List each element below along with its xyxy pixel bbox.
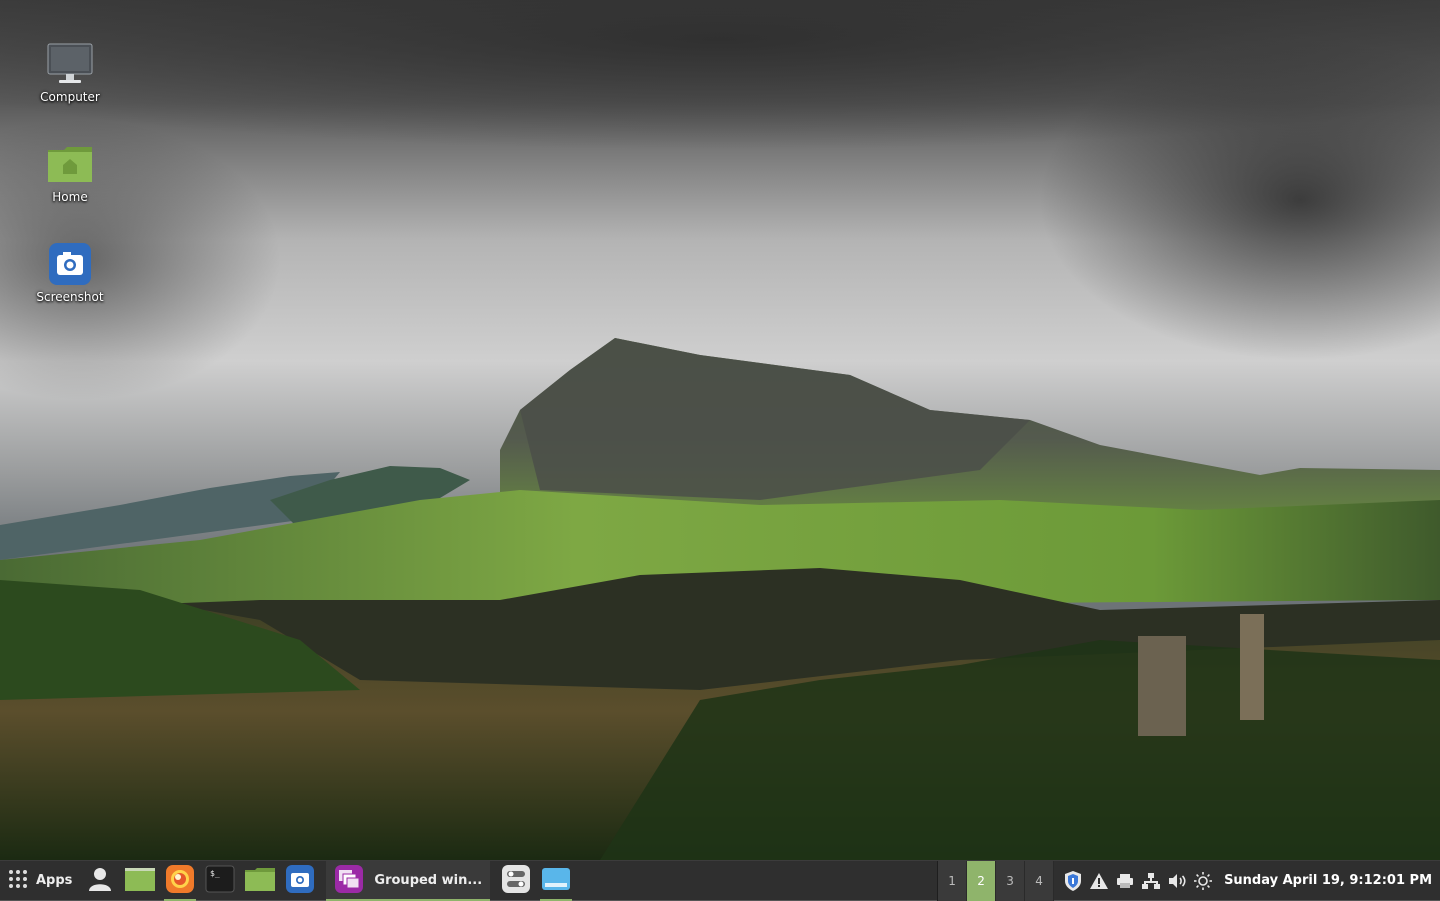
- volume-icon[interactable]: [1166, 870, 1188, 892]
- screenshot-icon: [285, 864, 315, 898]
- taskbar-panel: Apps $_ Grouped win... 1 2 3 4 Sunday Ap…: [0, 860, 1440, 901]
- launcher-workspace-switcher[interactable]: [536, 861, 576, 901]
- apps-menu-button[interactable]: Apps: [0, 861, 80, 901]
- printer-icon[interactable]: [1114, 870, 1136, 892]
- desktop-wallpaper: [0, 0, 1440, 860]
- brightness-icon[interactable]: [1192, 870, 1214, 892]
- grouped-windows-button[interactable]: Grouped win...: [326, 860, 491, 901]
- launcher-terminal[interactable]: $_: [200, 861, 240, 901]
- clock[interactable]: Sunday April 19, 9:12:01 PM: [1218, 873, 1436, 888]
- desktop-icon-label: Screenshot: [36, 290, 104, 304]
- svg-text:$_: $_: [210, 869, 220, 878]
- launcher-user-accounts[interactable]: [80, 861, 120, 901]
- desktop-icon-screenshot[interactable]: Screenshot: [20, 240, 120, 304]
- terminal-icon: $_: [205, 865, 235, 897]
- launcher-folder[interactable]: [240, 861, 280, 901]
- launcher-screenshot[interactable]: [280, 861, 320, 901]
- settings-toggle-icon: [501, 864, 531, 898]
- user-icon: [88, 866, 112, 896]
- desktop-icon-launcher: [541, 866, 571, 896]
- file-manager-icon: [124, 866, 156, 896]
- launcher-firefox[interactable]: [160, 861, 200, 901]
- desktop-icon-label: Computer: [40, 90, 100, 104]
- grouped-windows-icon: [334, 864, 364, 898]
- grouped-windows-label: Grouped win...: [374, 873, 483, 888]
- app-grid-icon: [8, 869, 28, 893]
- workspace-3-button[interactable]: 3: [996, 860, 1026, 901]
- desktop-icon-label: Home: [52, 190, 88, 204]
- home-folder-icon: [44, 140, 96, 188]
- network-icon[interactable]: [1140, 870, 1162, 892]
- computer-icon: [44, 40, 96, 88]
- workspace-switcher: 1 2 3 4: [937, 860, 1055, 901]
- firefox-icon: [165, 864, 195, 898]
- workspace-2-button[interactable]: 2: [967, 860, 997, 901]
- folder-icon: [244, 866, 276, 896]
- screenshot-app-icon: [44, 240, 96, 288]
- apps-menu-label: Apps: [36, 873, 73, 888]
- workspace-4-button[interactable]: 4: [1025, 860, 1055, 901]
- desktop-icon-computer[interactable]: Computer: [20, 40, 120, 104]
- desktop-icon-home[interactable]: Home: [20, 140, 120, 204]
- warning-icon[interactable]: [1088, 870, 1110, 892]
- shield-icon[interactable]: [1062, 870, 1084, 892]
- workspace-1-button[interactable]: 1: [938, 860, 968, 901]
- launcher-settings[interactable]: [496, 861, 536, 901]
- launcher-files[interactable]: [120, 861, 160, 901]
- system-tray: Sunday April 19, 9:12:01 PM: [1054, 861, 1440, 901]
